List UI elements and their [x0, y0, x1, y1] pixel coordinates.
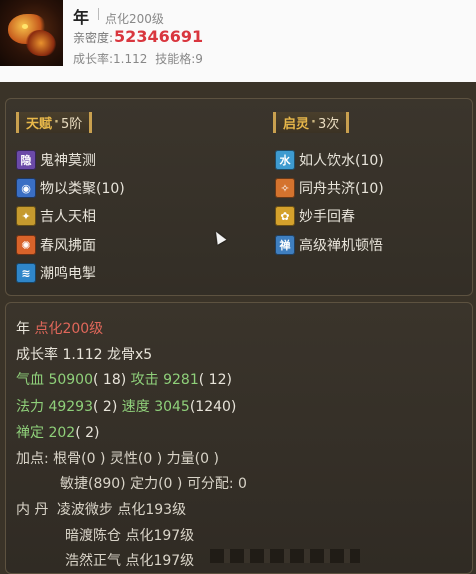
- mp-value: 49293: [48, 399, 93, 415]
- growth-rate-text: 成长率:1.112: [73, 52, 148, 66]
- skill-item[interactable]: ✺ 春风拂面: [16, 234, 96, 256]
- spring-wind-skill-icon: ✺: [16, 235, 36, 255]
- pet-name: 年: [73, 8, 90, 27]
- intimacy-value: 52346691: [114, 27, 204, 46]
- intimacy-row: 亲密度: 52346691: [73, 27, 203, 46]
- growth-summary: 成长率:1.112 技能格:9: [73, 50, 207, 67]
- inner-core-label: 内 丹: [16, 502, 49, 518]
- skill-name: 鬼神莫测: [40, 153, 96, 169]
- gather-skill-icon: ◉: [16, 178, 36, 198]
- awaken-label: 启灵: [283, 117, 310, 132]
- skill-name: 春风拂面: [40, 238, 96, 254]
- skill-item[interactable]: ✿ 妙手回春: [275, 205, 355, 227]
- skill-name: 如人饮水(10): [299, 153, 384, 169]
- atk-label: 攻击: [130, 372, 159, 388]
- atk-extra: ( 12): [198, 372, 232, 388]
- skill-name: 物以类聚(10): [40, 181, 125, 197]
- thunder-tide-skill-icon: ≋: [16, 263, 36, 283]
- hp-atk-line: 气血 50900( 18) 攻击 9281( 12): [16, 369, 232, 389]
- pet-level: 点化200级: [105, 12, 164, 26]
- talent-label: 天赋: [26, 117, 53, 132]
- skill-slots-text: 技能格:9: [155, 52, 203, 66]
- subtitle-blur-overlay: [210, 549, 360, 563]
- pet-header: 年 点化200级 亲密度: 52346691 成长率:1.112 技能格:9: [0, 0, 476, 82]
- skill-item[interactable]: ◉ 物以类聚(10): [16, 177, 125, 199]
- skill-name: 吉人天相: [40, 209, 96, 225]
- detail-title: 年 点化200级: [16, 318, 103, 338]
- inner-core-item: 凌波微步 点化193级: [56, 502, 187, 518]
- inner-core-item: 浩然正气 点化197级: [65, 553, 195, 569]
- pet-avatar[interactable]: [0, 0, 63, 66]
- pet-title-row: 年 点化200级: [73, 4, 164, 27]
- talent-header: 天赋 · 5阶: [16, 112, 93, 133]
- points-line-1: 加点: 根骨(0 ) 灵性(0 ) 力量(0 ): [16, 451, 219, 467]
- mp-spd-line: 法力 49293( 2) 速度 3045(1240): [16, 396, 236, 416]
- zen-value: 202: [48, 425, 76, 441]
- avatar-eye-shape: [22, 24, 28, 29]
- heal-skill-icon: ✿: [275, 206, 295, 226]
- skill-name: 妙手回春: [299, 209, 355, 225]
- awaken-header: 启灵 · 3次: [273, 112, 350, 133]
- awaken-dot: ·: [311, 115, 316, 130]
- drink-water-skill-icon: 水: [275, 150, 295, 170]
- same-boat-skill-icon: ✧: [275, 178, 295, 198]
- skill-name: 潮鸣电掣: [40, 266, 96, 282]
- skill-item[interactable]: ✧ 同舟共济(10): [275, 177, 384, 199]
- intimacy-label: 亲密度:: [73, 31, 114, 45]
- mp-extra: ( 2): [93, 399, 118, 415]
- ghost-skill-icon: 隐: [16, 150, 36, 170]
- spd-value: 3045: [154, 399, 190, 415]
- spd-label: 速度: [121, 399, 150, 415]
- talent-value: 5阶: [60, 117, 83, 132]
- talent-dot: ·: [54, 115, 59, 130]
- skill-name: 同舟共济(10): [299, 181, 384, 197]
- zen-extra: ( 2): [75, 425, 100, 441]
- skill-item[interactable]: ✦ 吉人天相: [16, 205, 96, 227]
- hp-value: 50900: [48, 372, 93, 388]
- skill-name: 高级禅机顿悟: [299, 238, 383, 254]
- zen-line: 禅定 202( 2): [16, 422, 99, 442]
- title-divider: [98, 8, 100, 20]
- fortune-skill-icon: ✦: [16, 206, 36, 226]
- skill-item[interactable]: ≋ 潮鸣电掣: [16, 262, 96, 284]
- zen-skill-icon: 禅: [275, 235, 295, 255]
- growth-line: 成长率 1.112 龙骨x5: [16, 347, 153, 363]
- mp-label: 法力: [16, 399, 44, 415]
- awaken-value: 3次: [317, 117, 340, 132]
- points-line-2: 敏捷(890) 定力(0 ) 可分配: 0: [60, 476, 247, 492]
- atk-value: 9281: [163, 372, 199, 388]
- detail-name: 年: [16, 321, 30, 337]
- zen-label: 禅定: [16, 425, 44, 441]
- spd-extra: (1240): [189, 399, 237, 415]
- inner-core-line-1: 内 丹 凌波微步 点化193级: [16, 499, 186, 519]
- hp-extra: ( 18): [93, 372, 127, 388]
- skill-item[interactable]: 禅 高级禅机顿悟: [275, 234, 383, 256]
- detail-level: 点化200级: [34, 321, 104, 337]
- skill-item[interactable]: 隐 鬼神莫测: [16, 149, 96, 171]
- inner-core-item: 暗渡陈仓 点化197级: [65, 528, 195, 544]
- avatar-flame-shape: [26, 30, 56, 56]
- skill-item[interactable]: 水 如人饮水(10): [275, 149, 384, 171]
- hp-label: 气血: [16, 372, 44, 388]
